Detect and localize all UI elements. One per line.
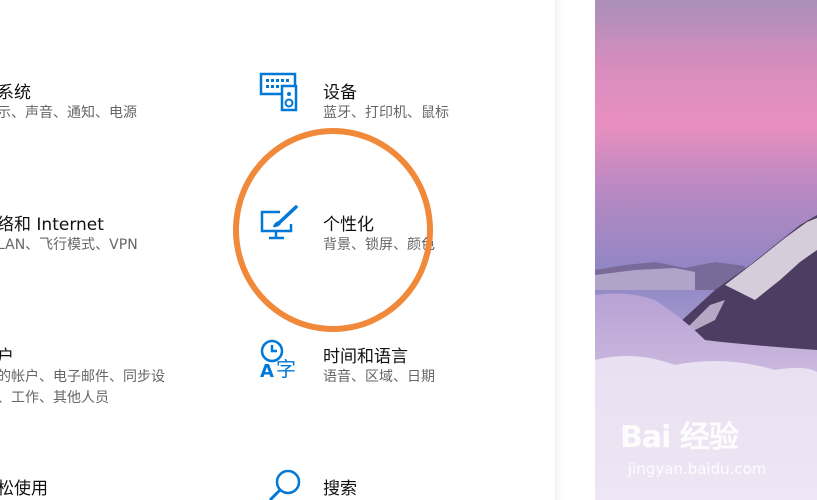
tile-title: 时间和语言 — [323, 347, 408, 367]
tile-time-language[interactable]: A 字 时间和语言 语音、区域、日期 — [258, 339, 488, 392]
tile-title: 松使用 — [0, 479, 48, 499]
settings-panel: 系统 示、声音、通知、电源 设备 蓝牙、打印机、鼠标 络和 Internet L… — [0, 0, 555, 500]
baidu-jingyan-watermark: Bai 经验 jingyan.baidu.com — [598, 406, 788, 496]
tile-accounts[interactable]: 户 的帐户、电子邮件、同步设 、工作、其他人员 — [0, 342, 227, 412]
tile-search[interactable]: 搜索 — [258, 469, 488, 500]
tile-description: 、工作、其他人员 — [0, 390, 109, 406]
tile-description: 的帐户、电子邮件、同步设 — [0, 369, 165, 385]
tile-title: 搜索 — [323, 479, 357, 499]
keyboard-speaker-icon — [258, 72, 302, 112]
tile-devices[interactable]: 设备 蓝牙、打印机、鼠标 — [258, 72, 518, 128]
tile-description: 示、声音、通知、电源 — [0, 105, 137, 121]
watermark-logo: Bai 经验 — [620, 420, 739, 455]
tile-title: 设备 — [323, 83, 357, 103]
watermark-url: jingyan.baidu.com — [628, 460, 767, 478]
panel-shadow — [555, 0, 595, 500]
tile-network[interactable]: 络和 Internet LAN、飞行模式、VPN — [0, 210, 227, 260]
tile-personalization[interactable]: 个性化 背景、锁屏、颜色 — [258, 205, 488, 260]
search-icon — [264, 468, 304, 500]
tile-description: 背景、锁屏、颜色 — [323, 237, 435, 253]
tile-ease-of-access[interactable]: 松使用 — [0, 474, 227, 500]
tile-system[interactable]: 系统 示、声音、通知、电源 — [0, 78, 217, 128]
svg-text:A: A — [260, 361, 274, 380]
tile-title: 户 — [0, 347, 14, 367]
tile-title: 系统 — [0, 83, 31, 103]
svg-text:字: 字 — [276, 357, 296, 380]
paintbrush-monitor-icon — [258, 204, 302, 244]
tile-title: 个性化 — [323, 215, 374, 235]
tile-description: 蓝牙、打印机、鼠标 — [323, 105, 449, 121]
tile-description: 语音、区域、日期 — [323, 369, 435, 385]
language-clock-icon: A 字 — [258, 338, 302, 380]
tile-description: LAN、飞行模式、VPN — [0, 237, 138, 253]
tile-title: 络和 Internet — [0, 215, 104, 235]
